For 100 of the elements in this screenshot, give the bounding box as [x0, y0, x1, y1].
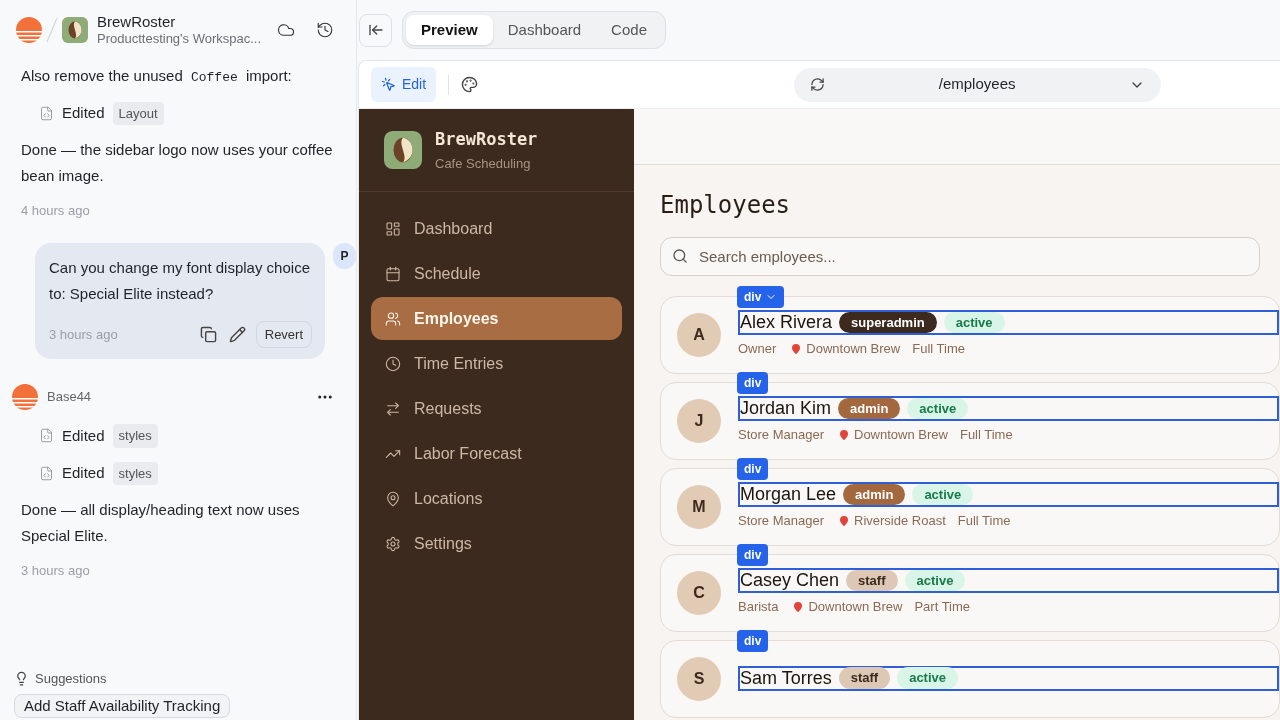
nav-item[interactable]: Locations — [371, 477, 622, 520]
slash-divider-icon — [45, 16, 59, 44]
app-logo-icon — [62, 17, 88, 43]
code-file-icon — [39, 428, 54, 444]
employee-avatar: S — [677, 657, 721, 701]
project-name: BrewRoster — [97, 12, 177, 32]
swap-arrows-icon — [385, 400, 401, 417]
map-pin-icon — [385, 490, 401, 507]
brand-tagline: Cafe Scheduling — [435, 155, 532, 173]
cloud-icon[interactable] — [277, 21, 295, 39]
copy-icon[interactable] — [199, 325, 217, 343]
employee-avatar: C — [677, 571, 721, 615]
file-tag[interactable]: styles — [112, 424, 158, 448]
employee-name: Sam Torres — [740, 666, 832, 690]
pencil-icon[interactable] — [228, 325, 246, 343]
job-title: Store Manager — [738, 425, 824, 444]
employment-type: Part Time — [914, 597, 971, 616]
code-file-icon — [39, 105, 54, 121]
employee-name: Alex Rivera — [740, 310, 833, 334]
nav-item[interactable]: Labor Forecast — [371, 432, 622, 475]
nav-item[interactable]: Dashboard — [371, 207, 622, 250]
message-text: Done — all display/heading text now uses Special Elite. — [21, 500, 301, 546]
role-badge: admin — [838, 397, 901, 419]
view-tab[interactable]: Code — [596, 14, 662, 46]
search-field[interactable]: Search employees... — [660, 237, 1260, 276]
nav-item[interactable]: Schedule — [371, 252, 622, 295]
url-bar[interactable]: /employees — [794, 67, 1162, 102]
role-badge: admin — [843, 483, 906, 505]
view-tab[interactable]: Dashboard — [492, 14, 597, 46]
edit-label: Edited — [62, 425, 105, 446]
file-tag[interactable]: Layout — [112, 101, 164, 125]
timestamp: 4 hours ago — [21, 202, 91, 220]
employee-avatar: J — [677, 399, 721, 443]
clock-icon — [385, 355, 401, 372]
cursor-click-icon — [381, 77, 396, 92]
employee-name: Casey Chen — [740, 568, 840, 592]
map-pin-icon — [838, 428, 850, 441]
history-icon[interactable] — [316, 21, 334, 39]
element-tag[interactable]: div — [737, 372, 769, 394]
employment-type: Full Time — [959, 425, 1013, 444]
nav-item[interactable]: Requests — [371, 387, 622, 430]
element-tag[interactable]: div — [737, 544, 769, 566]
nav-item[interactable]: Time Entries — [371, 342, 622, 385]
search-icon — [672, 248, 688, 264]
refresh-icon[interactable] — [810, 77, 826, 92]
role-badge: staff — [846, 569, 898, 591]
job-title: Store Manager — [738, 511, 824, 530]
map-pin-icon — [792, 600, 805, 613]
employee-name: Morgan Lee — [740, 482, 837, 506]
settings-icon — [385, 535, 401, 552]
status-badge: active — [907, 397, 969, 419]
employee-name: Jordan Kim — [740, 396, 832, 420]
status-badge: active — [943, 311, 1005, 333]
lightbulb-icon — [14, 670, 29, 686]
file-tag[interactable]: styles — [112, 461, 158, 485]
location-text: Downtown Brew — [854, 425, 948, 444]
edit-label: Edited — [62, 463, 105, 483]
employee-avatar: A — [677, 313, 721, 357]
edit-label: Edited — [62, 103, 105, 123]
element-tag[interactable]: div — [737, 458, 769, 480]
code-file-icon — [39, 465, 54, 481]
message-text: Can you change my font display choice to: Special Elite instead? — [49, 257, 311, 304]
nav-item[interactable]: Settings — [371, 522, 622, 565]
users-icon — [385, 310, 401, 327]
suggestion-chip[interactable]: Add Staff Availability Tracking — [14, 694, 231, 718]
map-pin-icon — [838, 514, 850, 527]
role-badge: staff — [838, 667, 891, 689]
grid-icon — [385, 220, 401, 237]
element-tag[interactable]: div — [737, 630, 769, 652]
message-text: Done — the sidebar logo now uses your coffee bean image. — [21, 140, 334, 186]
message-text: Also remove the unused Coffee import: — [21, 66, 293, 87]
job-title: Barista — [738, 597, 779, 616]
view-tab[interactable]: Preview — [406, 14, 493, 46]
timestamp: 3 hours ago — [49, 325, 119, 344]
employee-avatar: M — [677, 485, 721, 529]
page-title: Employees — [660, 190, 792, 221]
app-logo-icon — [384, 131, 422, 169]
revert-button[interactable]: Revert — [255, 320, 313, 348]
url-text: /employees — [937, 74, 1017, 95]
collapse-button[interactable] — [359, 13, 392, 47]
collapse-icon — [367, 22, 384, 38]
status-badge: active — [897, 667, 959, 689]
calendar-icon — [385, 265, 401, 282]
nav-item[interactable]: Employees — [371, 297, 622, 340]
employment-type: Full Time — [912, 339, 965, 358]
suggestions-title: Suggestions — [35, 669, 107, 688]
location-text: Riverside Roast — [854, 511, 946, 530]
user-avatar: P — [333, 242, 356, 269]
workspace-name: Producttesting's Workspac... — [97, 31, 263, 48]
edit-button[interactable]: Edit — [371, 67, 437, 102]
location-text: Downtown Brew — [806, 339, 901, 358]
status-badge: active — [904, 569, 966, 591]
brand-name: BrewRoster — [435, 127, 538, 151]
status-badge: active — [912, 483, 974, 505]
palette-icon[interactable] — [461, 76, 479, 93]
agent-avatar-icon — [12, 384, 38, 410]
employment-type: Full Time — [957, 511, 1011, 530]
role-badge: superadmin — [839, 311, 937, 333]
element-tag[interactable]: div — [737, 286, 785, 308]
timestamp: 3 hours ago — [21, 562, 91, 580]
